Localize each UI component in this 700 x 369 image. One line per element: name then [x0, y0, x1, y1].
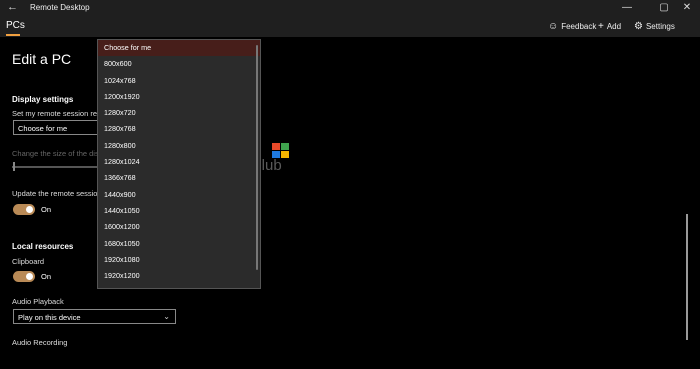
clipboard-toggle[interactable] [13, 271, 35, 282]
dropdown-option[interactable]: 1280x1024 [98, 154, 260, 170]
local-resources-title: Local resources [12, 242, 74, 251]
page-scrollbar[interactable] [686, 214, 688, 340]
dropdown-option[interactable]: 800x600 [98, 56, 260, 72]
audio-playback-select-value: Play on this device [18, 313, 81, 322]
close-icon[interactable]: ✕ [677, 2, 697, 13]
scale-slider-track[interactable] [12, 166, 102, 168]
dropdown-option[interactable]: 1280x800 [98, 138, 260, 154]
update-session-toggle-state: On [41, 205, 52, 214]
tab-selected-indicator [6, 34, 20, 36]
scale-label: Change the size of the disp [12, 149, 103, 158]
scale-slider-thumb[interactable] [13, 162, 15, 171]
resolution-label: Set my remote session reso [12, 109, 105, 118]
dropdown-option[interactable]: 1920x1080 [98, 252, 260, 268]
feedback-button[interactable]: ☺ Feedback [548, 21, 596, 32]
dropdown-option[interactable]: 1440x900 [98, 187, 260, 203]
audio-playback-label: Audio Playback [12, 297, 64, 306]
clipboard-toggle-state: On [41, 272, 52, 281]
title-bar: ← Remote Desktop — ▢ ✕ [0, 0, 700, 17]
clipboard-label: Clipboard [12, 257, 45, 266]
settings-label: Settings [645, 22, 675, 31]
add-label: Add [606, 22, 622, 31]
dropdown-option[interactable]: 1600x1200 [98, 219, 260, 235]
settings-button[interactable]: ⚙ Settings [634, 21, 675, 32]
resolution-select-value: Choose for me [18, 124, 68, 133]
audio-recording-label: Audio Recording [12, 338, 68, 347]
feedback-label: Feedback [561, 22, 597, 31]
toggle-knob [26, 206, 33, 213]
dropdown-option[interactable]: 1200x1920 [98, 89, 260, 105]
dropdown-option[interactable]: 1920x1200 [98, 268, 260, 284]
dropdown-option[interactable]: 1366x768 [98, 170, 260, 186]
plus-icon: + [598, 21, 604, 32]
gear-icon: ⚙ [634, 21, 643, 32]
window-title: Remote Desktop [30, 3, 90, 12]
app-bar: PCs ☺ Feedback + Add ⚙ Settings [0, 17, 700, 37]
dropdown-option[interactable]: 1440x1050 [98, 203, 260, 219]
dropdown-option[interactable]: 1680x1050 [98, 236, 260, 252]
update-session-label: Update the remote session [12, 189, 102, 198]
audio-playback-select[interactable]: Play on this device ⌄ [13, 309, 176, 324]
windowsclub-logo-icon [272, 143, 289, 158]
resolution-dropdown-list: Choose for me 800x600 1024x768 1200x1920 128… [97, 39, 261, 289]
update-session-toggle[interactable] [13, 204, 35, 215]
page-title: Edit a PC [12, 51, 72, 67]
chevron-down-icon: ⌄ [163, 312, 170, 321]
tab-pcs[interactable]: PCs [6, 20, 25, 31]
dropdown-scrollbar[interactable] [256, 45, 258, 270]
maximize-icon[interactable]: ▢ [654, 2, 674, 13]
minimize-icon[interactable]: — [617, 2, 637, 13]
dropdown-option[interactable]: 1280x720 [98, 105, 260, 121]
smiley-icon: ☺ [548, 21, 559, 32]
back-arrow-icon[interactable]: ← [7, 1, 18, 13]
dropdown-option[interactable]: Choose for me [98, 40, 260, 57]
add-button[interactable]: + Add [598, 21, 621, 32]
dropdown-option[interactable]: 1280x768 [98, 121, 260, 137]
dropdown-option[interactable]: 1024x768 [98, 73, 260, 89]
toggle-knob [26, 273, 33, 280]
display-settings-title: Display settings [12, 95, 74, 104]
